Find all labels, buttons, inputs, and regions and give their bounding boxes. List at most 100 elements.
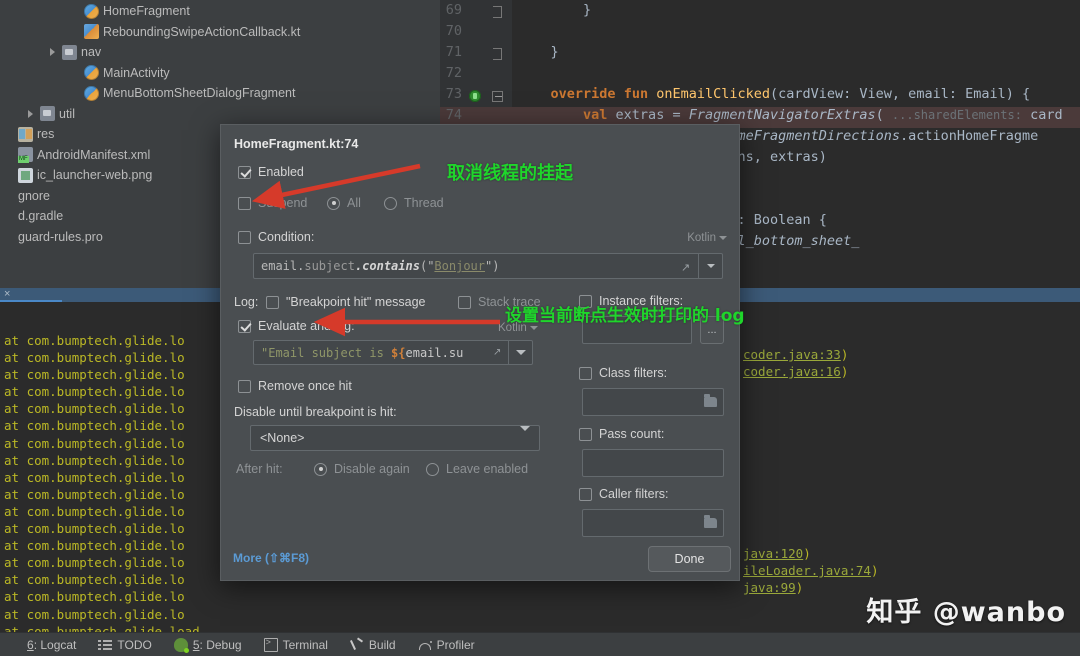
suspend-all-radio-row[interactable]: All [327,196,361,210]
logcat-link-fragment[interactable]: coder.java:16) [743,364,848,379]
status-bar-item[interactable]: Build [350,638,396,652]
evaluate-history-dropdown[interactable] [508,341,532,364]
suspend-label: Suspend [258,196,308,210]
log-label-row: Log: [234,295,258,309]
after-hit-disable-again-row[interactable]: Disable again [314,462,410,476]
leave-enabled-radio[interactable] [426,462,439,476]
debug-bug-icon [173,637,189,653]
tree-item[interactable]: HomeFragment [0,1,440,22]
tree-item-label: d.gradle [18,209,64,224]
kotlin-class-icon [84,65,99,81]
folder-icon[interactable] [704,515,717,528]
folder-icon[interactable] [704,394,717,407]
gutter-marker [466,2,486,23]
chevron-down-icon [520,426,530,445]
pass-count-row[interactable]: Pass count: [579,427,664,441]
remove-once-hit-row[interactable]: Remove once hit [238,379,352,393]
remove-once-hit-checkbox[interactable] [238,379,251,393]
tree-item-label: gnore [18,188,50,203]
tree-item[interactable]: MainActivity [0,63,440,84]
tree-item[interactable]: ReboundingSwipeActionCallback.kt [0,22,440,43]
class-filters-field[interactable] [582,388,724,416]
expand-editor-icon[interactable]: ↗ [493,347,504,358]
editor-line: 72 [440,65,1080,86]
evaluate-and-log-row[interactable]: Evaluate and log: [238,319,355,333]
editor-line: 73 override fun onEmailClicked(cardView:… [440,86,1080,107]
expand-arrow-icon[interactable] [26,108,37,119]
pass-count-checkbox[interactable] [579,427,592,441]
status-bar-item[interactable]: 5: Debug [173,637,242,653]
breakpoint-marker-icon[interactable] [466,86,486,107]
suspend-checkbox-row[interactable]: Suspend [238,196,307,210]
leave-enabled-label: Leave enabled [446,462,529,476]
status-bar-item[interactable]: Profiler [418,638,475,652]
caller-filters-row[interactable]: Caller filters: [579,487,668,501]
code-fold-icon[interactable] [486,2,512,23]
code-fold-icon[interactable] [486,23,512,44]
editor-line-text: } [518,2,592,18]
done-button[interactable]: Done [648,546,731,572]
logcat-link-fragment[interactable]: ileLoader.java:74) [743,563,878,578]
caller-filters-field[interactable] [582,509,724,537]
suspend-thread-radio-row[interactable]: Thread [384,196,444,210]
logcat-link-fragment[interactable]: java:120) [743,546,811,561]
log-breakpoint-hit-row[interactable]: "Breakpoint hit" message [266,295,426,309]
suspend-checkbox[interactable] [238,196,251,210]
code-fold-icon[interactable] [486,44,512,65]
chevron-down-icon [706,264,715,268]
editor-line-text [512,23,518,44]
suspend-thread-radio[interactable] [384,196,397,210]
disable-until-dropdown[interactable]: <None> [250,425,540,451]
status-bar-item[interactable]: TODO [98,638,152,652]
tree-item-label: ReboundingSwipeActionCallback.kt [103,24,301,39]
code-fold-icon[interactable] [486,86,512,107]
enabled-checkbox[interactable] [238,165,251,179]
condition-checkbox[interactable] [238,230,251,244]
code-fold-icon[interactable] [486,65,512,86]
expand-editor-icon[interactable]: ↗ [681,261,692,274]
condition-history-dropdown[interactable] [698,254,722,278]
evaluate-and-log-checkbox[interactable] [238,319,251,333]
tree-item-label: AndroidManifest.xml [37,147,151,162]
remove-once-hit-label: Remove once hit [258,379,352,393]
disable-again-radio[interactable] [314,462,327,476]
log-stack-trace-checkbox[interactable] [458,295,471,309]
logcat-icon [8,638,22,652]
class-filters-row[interactable]: Class filters: [579,366,667,380]
disable-until-value: <None> [260,431,305,445]
tree-item[interactable]: nav [0,42,440,63]
caller-filters-checkbox[interactable] [579,487,592,501]
line-number: 69 [445,2,462,18]
log-breakpoint-hit-checkbox[interactable] [266,295,279,309]
breakpoint-settings-dialog: HomeFragment.kt:74 Enabled Suspend All T… [220,124,740,581]
gutter-marker [466,44,486,65]
status-bar-item[interactable]: 6: Logcat [8,638,76,652]
line-number: 70 [445,23,462,39]
editor-line: 70 [440,23,1080,44]
tree-item-label: guard-rules.pro [18,229,103,244]
condition-expression-field[interactable]: email.subject.contains("Bonjour") ↗ [253,253,723,279]
suspend-thread-label: Thread [404,196,444,210]
enabled-checkbox-row[interactable]: Enabled [238,165,304,179]
after-hit-leave-enabled-row[interactable]: Leave enabled [426,462,528,476]
chevron-down-icon [719,235,727,240]
pass-count-field[interactable] [582,449,724,477]
condition-checkbox-row[interactable]: Condition: [238,230,314,244]
more-settings-link[interactable]: More (⇧⌘F8) [233,551,309,565]
tree-item[interactable]: MenuBottomSheetDialogFragment [0,83,440,104]
condition-language-selector[interactable]: Kotlin [687,232,727,244]
class-filters-checkbox[interactable] [579,366,592,380]
suspend-all-radio[interactable] [327,196,340,210]
status-bar-item[interactable]: Terminal [263,637,328,652]
tree-item[interactable]: util [0,104,440,125]
evaluate-expression-field[interactable]: "Email subject is ${email.su ↗ [253,340,533,365]
expand-arrow-icon[interactable] [48,47,59,58]
disable-again-label: Disable again [334,462,410,476]
logcat-link-fragment[interactable]: java:99) [743,580,803,595]
logcat-link-fragment[interactable]: coder.java:33) [743,347,848,362]
